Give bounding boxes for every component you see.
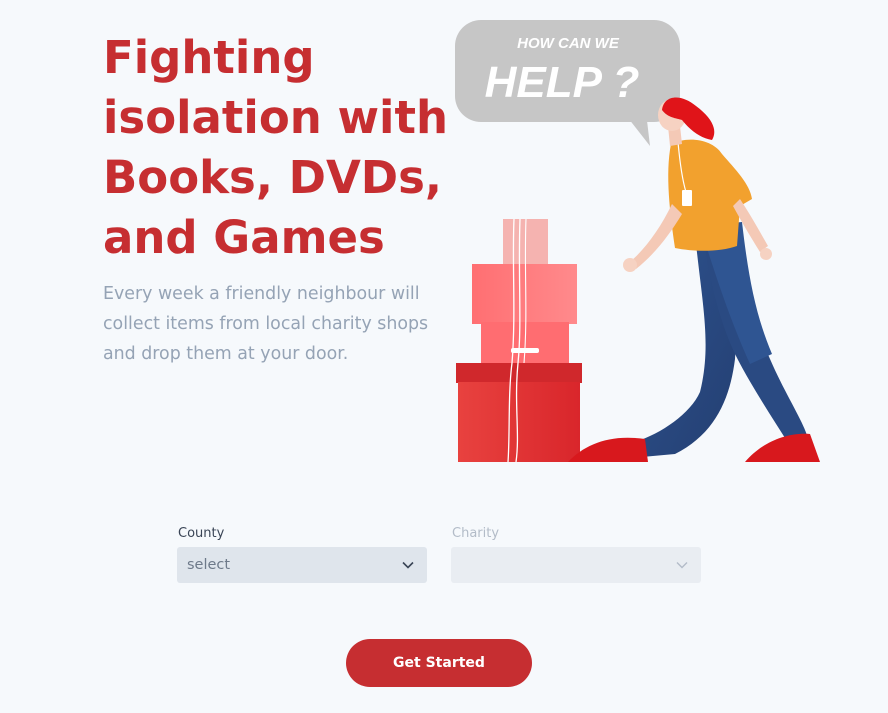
hero-description-line: and drop them at your door.: [103, 344, 349, 364]
gift-boxes: [456, 218, 582, 463]
bubble-small-text: HOW CAN WE: [517, 35, 620, 52]
county-select-value: select: [187, 557, 231, 573]
walking-person: [568, 97, 820, 462]
bubble-large-text: HELP ?: [485, 58, 640, 107]
county-select[interactable]: select: [177, 547, 427, 583]
hero-description-line: collect items from local charity shops: [103, 314, 429, 334]
chevron-down-icon: [402, 561, 414, 569]
hero-title-line: Books, DVDs,: [103, 151, 443, 204]
charity-select[interactable]: [451, 547, 701, 583]
hero-description-line: Every week a friendly neighbour will: [103, 284, 420, 304]
hero-title-line: Fighting: [103, 31, 315, 84]
hero-description: Every week a friendly neighbour will col…: [103, 279, 443, 369]
charity-label: Charity: [452, 526, 500, 541]
hero-title: Fighting isolation with Books, DVDs, and…: [103, 28, 449, 268]
chevron-down-icon: [676, 562, 688, 569]
get-started-button[interactable]: Get Started: [346, 639, 532, 687]
speech-bubble: HOW CAN WE HELP ?: [455, 20, 680, 146]
hero-illustration: HOW CAN WE HELP ?: [455, 20, 820, 463]
county-label: County: [178, 526, 225, 541]
hero-title-line: isolation with: [103, 91, 449, 144]
hero-title-line: and Games: [103, 211, 385, 264]
